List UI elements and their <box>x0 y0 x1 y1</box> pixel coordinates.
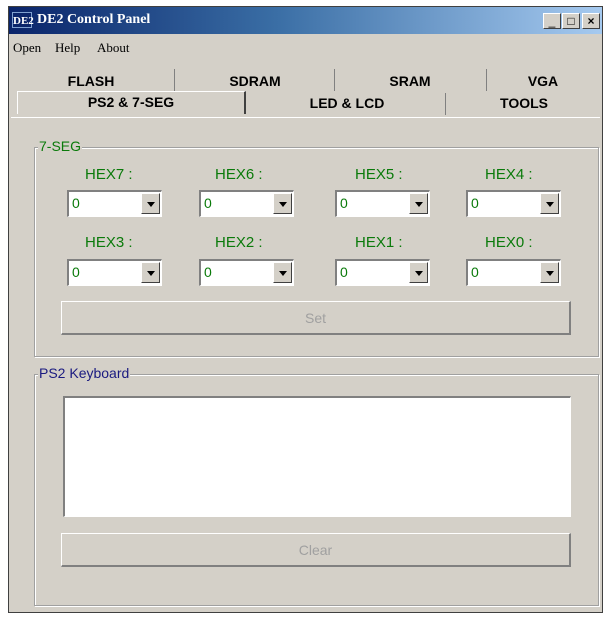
hex5-label: HEX5 : <box>355 166 403 183</box>
control-panel-window: DE2 DE2 Control Panel _ □ × Open Help Ab… <box>8 6 603 613</box>
menu-bar: Open Help About <box>9 37 602 59</box>
chevron-down-icon[interactable] <box>409 193 428 214</box>
chevron-down-icon[interactable] <box>540 262 559 283</box>
hex2-label: HEX2 : <box>215 234 263 251</box>
tab-vga[interactable]: VGA <box>487 71 599 91</box>
hex1-select[interactable]: 0 <box>335 259 430 286</box>
hex0-select[interactable]: 0 <box>466 259 561 286</box>
set-button[interactable]: Set <box>61 301 571 335</box>
chevron-down-icon[interactable] <box>540 193 559 214</box>
seven-seg-group-label: 7-SEG <box>38 138 83 154</box>
menu-about[interactable]: About <box>97 40 130 56</box>
hex0-label: HEX0 : <box>485 234 533 251</box>
chevron-down-icon[interactable] <box>141 262 160 283</box>
tab-led-lcd[interactable]: LED & LCD <box>247 93 447 113</box>
ps2-keyboard-group-label: PS2 Keyboard <box>38 365 131 381</box>
tab-sdram[interactable]: SDRAM <box>175 71 335 91</box>
hex7-label: HEX7 : <box>85 166 133 183</box>
hex4-select[interactable]: 0 <box>466 190 561 217</box>
hex3-label: HEX3 : <box>85 234 133 251</box>
tab-flash[interactable]: FLASH <box>11 71 171 91</box>
window-title: DE2 Control Panel <box>37 12 151 27</box>
chevron-down-icon[interactable] <box>409 262 428 283</box>
hex2-value: 0 <box>204 264 212 280</box>
tab-divider <box>445 93 446 115</box>
hex4-value: 0 <box>471 195 479 211</box>
chevron-down-icon[interactable] <box>273 262 292 283</box>
hex5-select[interactable]: 0 <box>335 190 430 217</box>
hex4-label: HEX4 : <box>485 166 533 183</box>
maximize-button[interactable]: □ <box>562 13 580 29</box>
hex7-value: 0 <box>72 195 80 211</box>
close-button[interactable]: × <box>582 13 600 29</box>
tab-ps2-7seg[interactable]: PS2 & 7-SEG <box>17 91 246 114</box>
chevron-down-icon[interactable] <box>273 193 292 214</box>
hex7-select[interactable]: 0 <box>67 190 162 217</box>
app-logo-icon: DE2 <box>12 12 34 28</box>
chevron-down-icon[interactable] <box>141 193 160 214</box>
tab-tools[interactable]: TOOLS <box>449 93 599 113</box>
hex6-select[interactable]: 0 <box>199 190 294 217</box>
hex1-value: 0 <box>340 264 348 280</box>
hex2-select[interactable]: 0 <box>199 259 294 286</box>
hex1-label: HEX1 : <box>355 234 403 251</box>
menu-open[interactable]: Open <box>13 40 41 56</box>
hex0-value: 0 <box>471 264 479 280</box>
minimize-button[interactable]: _ <box>543 13 561 29</box>
hex3-value: 0 <box>72 264 80 280</box>
hex3-select[interactable]: 0 <box>67 259 162 286</box>
hex5-value: 0 <box>340 195 348 211</box>
clear-button[interactable]: Clear <box>61 533 571 567</box>
tab-sram[interactable]: SRAM <box>335 71 485 91</box>
menu-help[interactable]: Help <box>55 40 80 56</box>
hex6-value: 0 <box>204 195 212 211</box>
title-bar[interactable]: DE2 DE2 Control Panel _ □ × <box>9 7 602 34</box>
hex6-label: HEX6 : <box>215 166 263 183</box>
ps2-keyboard-output[interactable] <box>63 396 571 517</box>
tab-panel-edge <box>11 117 600 118</box>
